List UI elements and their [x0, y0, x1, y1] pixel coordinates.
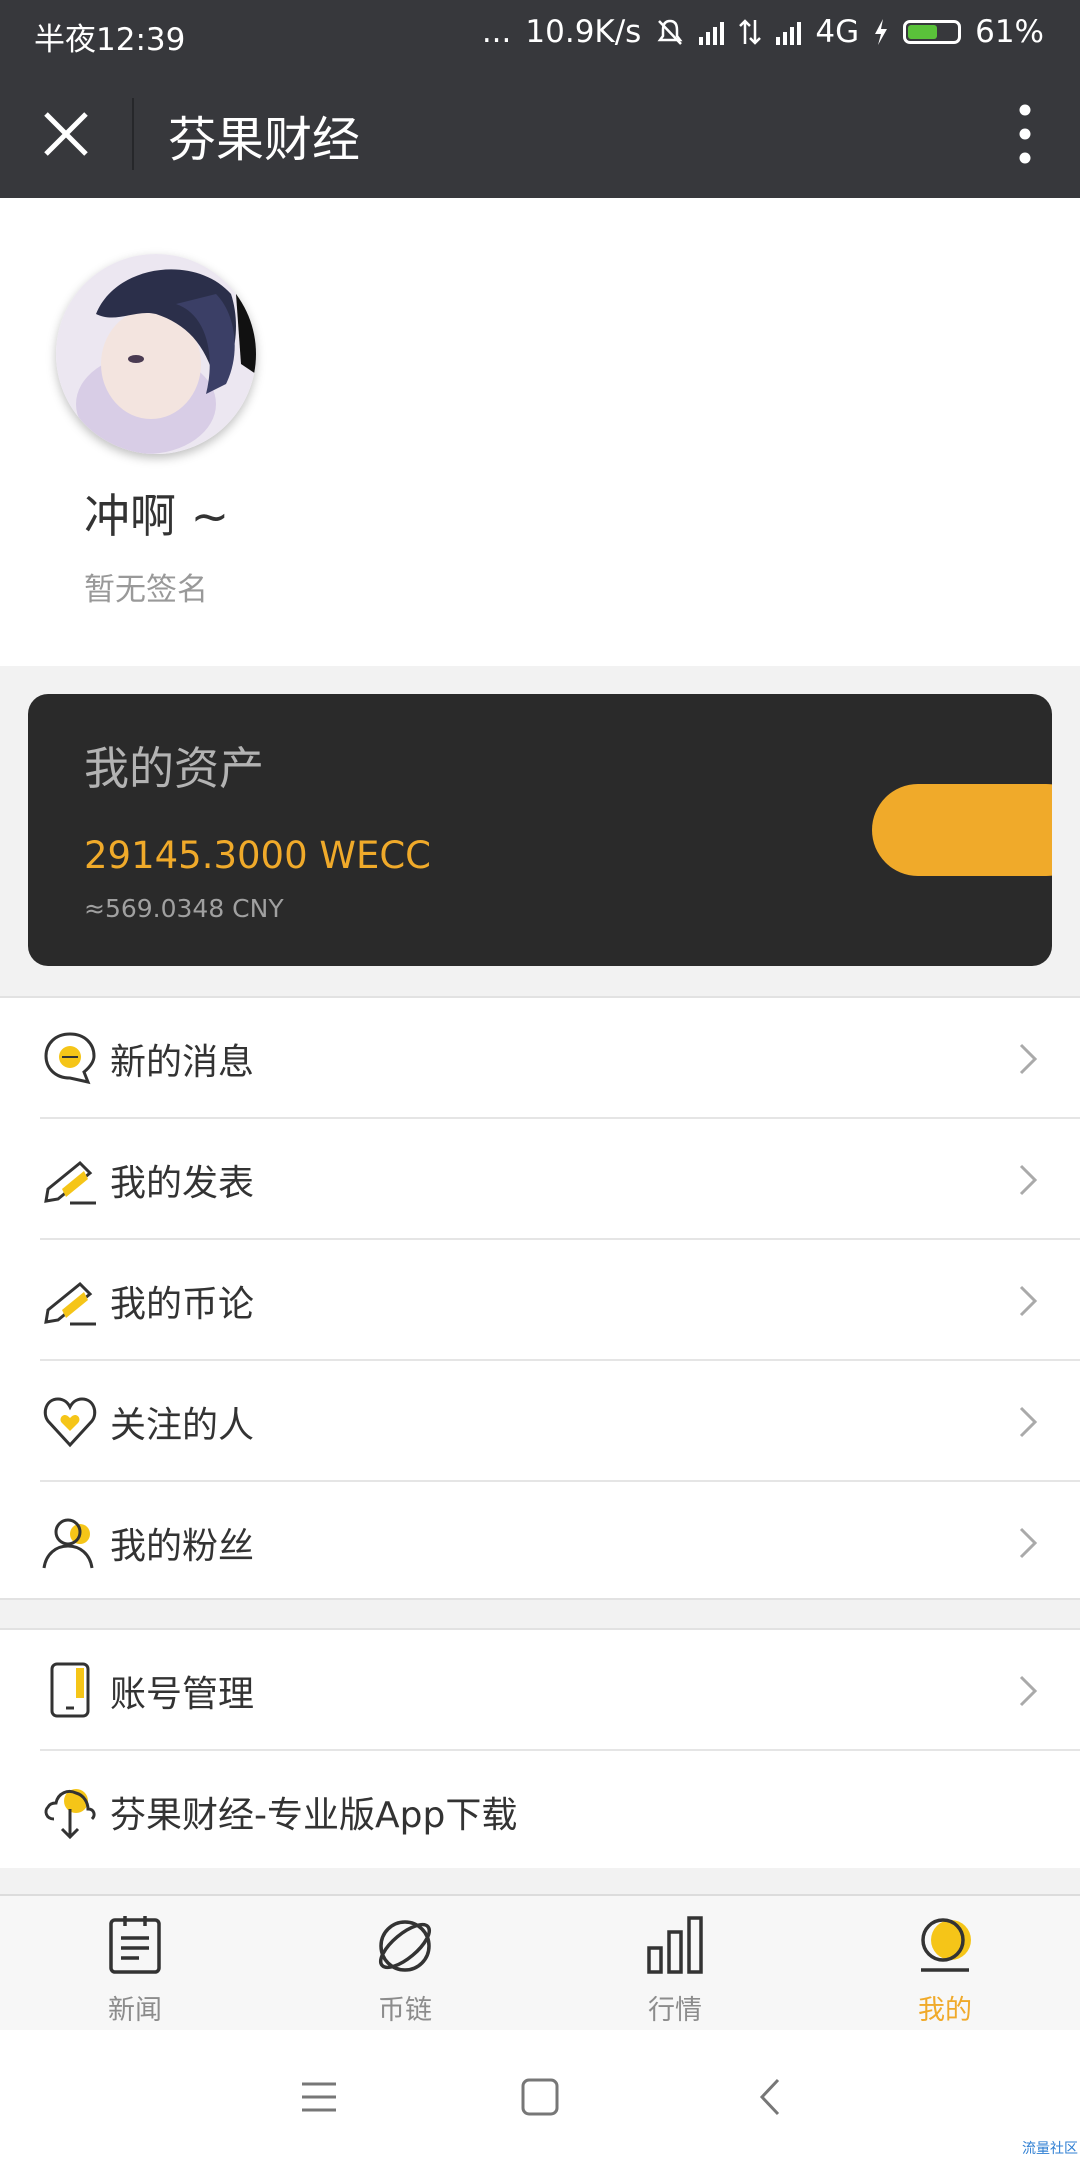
back-icon[interactable] — [748, 2074, 794, 2120]
chevron-right-icon — [1019, 1285, 1038, 1317]
news-icon — [109, 1916, 161, 1974]
asset-action-pill[interactable] — [872, 784, 1052, 876]
menu-item-account[interactable]: 账号管理 — [0, 1630, 1080, 1751]
status-dots: ... — [481, 14, 512, 50]
tab-coin-chain[interactable]: 币链 — [270, 1896, 540, 2032]
profile-section: 冲啊 ~ 暂无签名 — [0, 198, 1080, 666]
bar-chart-icon — [647, 1916, 703, 1974]
phone-icon — [50, 1662, 90, 1718]
status-time: 半夜12:39 — [34, 22, 186, 58]
avatar[interactable] — [56, 254, 256, 454]
menu-label: 关注的人 — [110, 1405, 255, 1446]
cloud-download-icon — [44, 1789, 96, 1840]
tab-label: 我的 — [918, 1995, 972, 2026]
section-divider — [0, 1598, 1080, 1630]
menu-item-posts[interactable]: 我的发表 — [0, 1119, 1080, 1240]
tab-label: 币链 — [378, 1995, 432, 2026]
menu-list: 新的消息 我的发表 我的币论 关注的人 我的粉丝 — [0, 996, 1080, 1603]
planet-icon — [379, 1920, 431, 1972]
menu-item-messages[interactable]: 新的消息 — [0, 998, 1080, 1119]
asset-cny: ≈569.0348 CNY — [84, 894, 284, 923]
chevron-right-icon — [1019, 1406, 1038, 1438]
chevron-right-icon — [1019, 1164, 1038, 1196]
status-bar: 半夜12:39 ... 10.9K/s 4G 61% — [0, 0, 1080, 70]
tab-label: 新闻 — [108, 1995, 162, 2026]
signal-icon-2 — [776, 19, 802, 45]
tab-market[interactable]: 行情 — [540, 1896, 810, 2032]
more-vertical-icon[interactable] — [1000, 100, 1050, 168]
system-nav-bar: 流量社区 — [0, 2030, 1080, 2160]
signature: 暂无签名 — [84, 572, 208, 608]
menu-item-fans[interactable]: 我的粉丝 — [0, 1482, 1080, 1603]
asset-label: 我的资产 — [84, 742, 265, 795]
home-icon[interactable] — [517, 2074, 563, 2120]
status-right: ... 10.9K/s 4G 61% — [482, 14, 1044, 50]
title-separator — [132, 98, 134, 170]
menu-label: 账号管理 — [110, 1674, 255, 1715]
signal-icon — [699, 19, 725, 45]
menu-label: 芬果财经-专业版App下载 — [110, 1795, 518, 1836]
menu-label: 我的币论 — [110, 1284, 255, 1325]
chevron-right-icon — [1019, 1527, 1038, 1559]
chevron-right-icon — [1019, 1675, 1038, 1707]
asset-card[interactable]: 我的资产 29145.3000 WECC ≈569.0348 CNY — [28, 694, 1052, 966]
username: 冲啊 ~ — [84, 489, 230, 543]
tab-bar: 新闻 币链 行情 我的 — [0, 1894, 1080, 2032]
close-icon[interactable] — [34, 102, 98, 166]
battery-icon — [903, 20, 962, 44]
network-speed: 10.9K/s — [525, 14, 642, 50]
user-icon — [42, 1518, 94, 1569]
tab-label: 行情 — [648, 1995, 702, 2026]
asset-amount: 29145.3000 WECC — [84, 834, 432, 877]
menu-item-app-download[interactable]: 芬果财经-专业版App下载 — [0, 1751, 1080, 1872]
network-type: 4G — [815, 14, 860, 50]
mute-bell-icon — [657, 19, 683, 45]
edit-icon — [44, 1281, 96, 1326]
menu-label: 我的粉丝 — [110, 1526, 255, 1567]
menu-item-following[interactable]: 关注的人 — [0, 1361, 1080, 1482]
page-title: 芬果财经 — [168, 112, 361, 168]
menu-label: 新的消息 — [110, 1042, 255, 1083]
heart-icon — [43, 1397, 97, 1448]
menu-list-2: 账号管理 芬果财经-专业版App下载 — [0, 1628, 1080, 1872]
battery-percent: 61% — [975, 14, 1044, 50]
menu-label: 我的发表 — [110, 1163, 255, 1204]
title-bar: 芬果财经 — [0, 70, 1080, 198]
section-divider-2 — [0, 1868, 1080, 1894]
charging-icon — [875, 19, 888, 45]
tab-mine[interactable]: 我的 — [810, 1896, 1080, 2032]
watermark: 流量社区 — [1022, 2141, 1078, 2157]
message-icon — [44, 1032, 96, 1085]
tab-news[interactable]: 新闻 — [0, 1896, 270, 2032]
chevron-right-icon — [1019, 1043, 1038, 1075]
edit-icon — [44, 1160, 96, 1205]
menu-icon[interactable] — [296, 2074, 342, 2120]
profile-icon — [921, 1918, 971, 1972]
data-transfer-icon — [739, 19, 762, 45]
menu-item-coin-comments[interactable]: 我的币论 — [0, 1240, 1080, 1361]
